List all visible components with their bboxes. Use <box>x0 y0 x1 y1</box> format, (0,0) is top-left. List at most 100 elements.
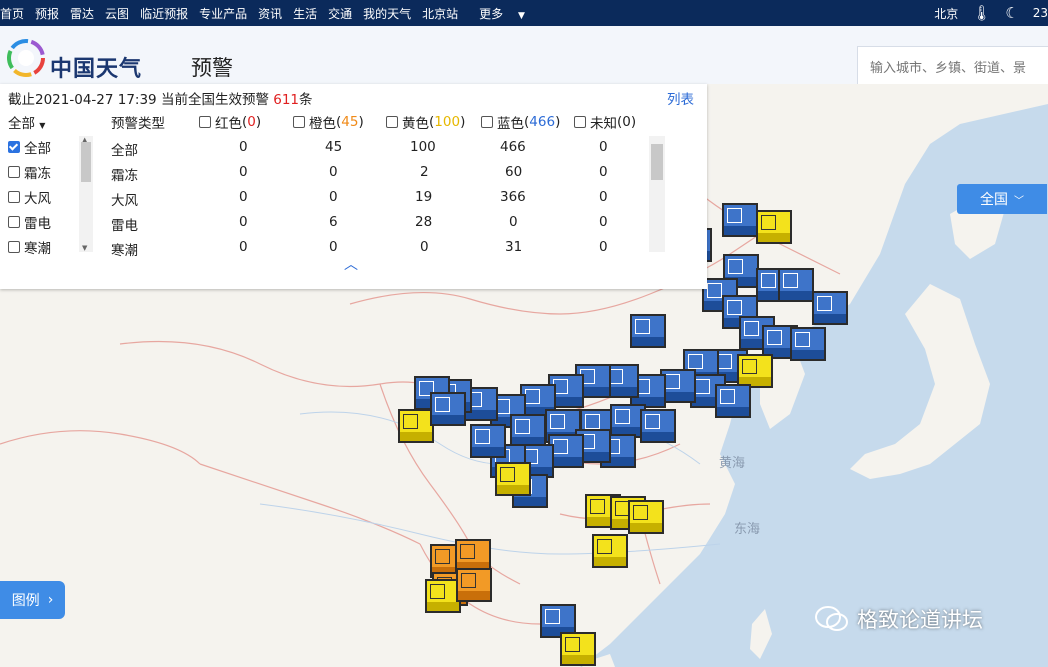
cell-unknown: 0 <box>599 189 608 205</box>
warning-marker-icon[interactable] <box>778 268 814 302</box>
flag-icon <box>615 409 630 424</box>
nav-item-radar[interactable]: 雷达 <box>70 5 94 22</box>
brand-name[interactable]: 中国天气 <box>50 51 142 83</box>
nav-more-menu[interactable]: 更多 ▼ <box>479 5 536 22</box>
scroll-down-icon[interactable]: ▼ <box>82 244 87 252</box>
level-filter-yellow[interactable]: 黄色(100) <box>386 112 465 132</box>
current-city[interactable]: 北京 <box>934 5 958 22</box>
checkbox[interactable] <box>481 116 493 128</box>
nav-item-nowcast[interactable]: 临近预报 <box>140 5 188 22</box>
caret-down-icon: ▼ <box>39 121 46 130</box>
nav-item-home[interactable]: 首页 <box>0 5 24 22</box>
table-scrollbar[interactable] <box>649 136 665 252</box>
checkbox[interactable] <box>8 215 20 228</box>
warning-marker-icon[interactable] <box>398 409 434 443</box>
warning-marker-icon[interactable] <box>592 534 628 568</box>
summary-count: 611 <box>273 92 300 108</box>
nav-item-my-weather[interactable]: 我的天气 <box>363 5 411 22</box>
checkbox[interactable] <box>8 240 20 253</box>
nav-item-traffic[interactable]: 交通 <box>328 5 352 22</box>
level-filter-orange[interactable]: 橙色(45) <box>293 112 364 132</box>
scrollbar-thumb[interactable] <box>81 142 91 182</box>
flag-icon <box>633 505 648 520</box>
scrollbar-thumb[interactable] <box>651 144 663 180</box>
logo-icon[interactable] <box>6 38 46 78</box>
nav-item-news[interactable]: 资讯 <box>258 5 282 22</box>
flag-icon <box>435 397 450 412</box>
flag-icon <box>550 414 565 429</box>
cell-type: 全部 <box>111 143 138 159</box>
legend-button-label: 图例 <box>11 593 40 609</box>
checkbox[interactable] <box>574 116 586 128</box>
nav-more-label: 更多 <box>479 6 504 21</box>
cell-type: 霜冻 <box>111 168 138 184</box>
level-filter-unknown[interactable]: 未知(0) <box>574 112 636 132</box>
nav-item-forecast[interactable]: 预报 <box>35 5 59 22</box>
level-label: 橙色 <box>309 116 336 132</box>
warning-marker-icon[interactable] <box>790 327 826 361</box>
level-count: 466 <box>529 114 556 130</box>
checkbox[interactable] <box>8 190 20 203</box>
flag-icon <box>761 273 776 288</box>
cell-red: 0 <box>239 164 248 180</box>
marker-band <box>814 314 846 323</box>
warning-marker-icon[interactable] <box>715 384 751 418</box>
checkbox[interactable] <box>8 140 20 153</box>
warning-marker-icon[interactable] <box>756 210 792 244</box>
warning-marker-icon[interactable] <box>510 414 546 448</box>
warning-marker-icon[interactable] <box>640 409 676 443</box>
nav-item-beijing-station[interactable]: 北京站 <box>422 5 458 22</box>
marker-band <box>792 350 824 359</box>
checkbox[interactable] <box>293 116 305 128</box>
flag-icon <box>461 573 476 588</box>
type-filter-label: 雷电 <box>24 215 51 232</box>
marker-band <box>562 655 594 664</box>
list-view-link[interactable]: 列表 <box>667 88 694 108</box>
level-filter-blue[interactable]: 蓝色(466) <box>481 112 560 132</box>
marker-band <box>458 591 490 600</box>
type-list-scrollbar[interactable]: ▲ ▼ <box>79 136 93 252</box>
region-select-button[interactable]: 全国 ﹀ <box>957 184 1047 214</box>
checkbox[interactable] <box>386 116 398 128</box>
temperature-icon[interactable]: 🌡 <box>972 4 991 22</box>
checkbox[interactable] <box>199 116 211 128</box>
warning-marker-icon[interactable] <box>630 314 666 348</box>
filter-all-dropdown[interactable]: 全部 ▼ <box>8 112 45 132</box>
nav-item-cloud[interactable]: 云图 <box>105 5 129 22</box>
warning-marker-icon[interactable] <box>456 568 492 602</box>
page-title: 预警 <box>191 56 233 80</box>
cell-orange: 45 <box>325 139 343 155</box>
warning-marker-icon[interactable] <box>470 424 506 458</box>
marker-band <box>472 447 504 456</box>
cell-orange: 0 <box>329 189 338 205</box>
map-label-east-sea: 东海 <box>734 522 761 537</box>
flag-icon <box>435 549 450 564</box>
flag-icon <box>430 584 445 599</box>
marker-band <box>427 602 459 611</box>
collapse-panel-icon[interactable]: ︿ <box>344 254 358 274</box>
flag-icon <box>460 544 475 559</box>
marker-band <box>550 457 582 466</box>
warning-marker-icon[interactable] <box>812 291 848 325</box>
nav-item-products[interactable]: 专业产品 <box>199 5 247 22</box>
cell-type: 大风 <box>111 193 138 209</box>
level-filter-red[interactable]: 红色(0) <box>199 112 261 132</box>
flag-icon <box>665 374 680 389</box>
chevron-down-icon: ▼ <box>518 10 525 21</box>
flag-icon <box>688 354 703 369</box>
warning-marker-icon[interactable] <box>722 203 758 237</box>
watermark-text: 格致论道讲坛 <box>857 608 983 632</box>
warning-marker-icon[interactable] <box>430 392 466 426</box>
nav-item-life[interactable]: 生活 <box>293 5 317 22</box>
marker-band <box>780 291 812 300</box>
night-mode-icon[interactable]: ☾ <box>1005 4 1018 22</box>
warning-marker-icon[interactable] <box>495 462 531 496</box>
level-count: 0 <box>622 114 631 130</box>
cell-orange: 0 <box>329 164 338 180</box>
checkbox[interactable] <box>8 165 20 178</box>
warning-marker-icon[interactable] <box>560 632 596 666</box>
cell-unknown: 0 <box>599 139 608 155</box>
warning-marker-icon[interactable] <box>737 354 773 388</box>
warning-marker-icon[interactable] <box>628 500 664 534</box>
legend-button[interactable]: 图例 › <box>0 581 65 619</box>
